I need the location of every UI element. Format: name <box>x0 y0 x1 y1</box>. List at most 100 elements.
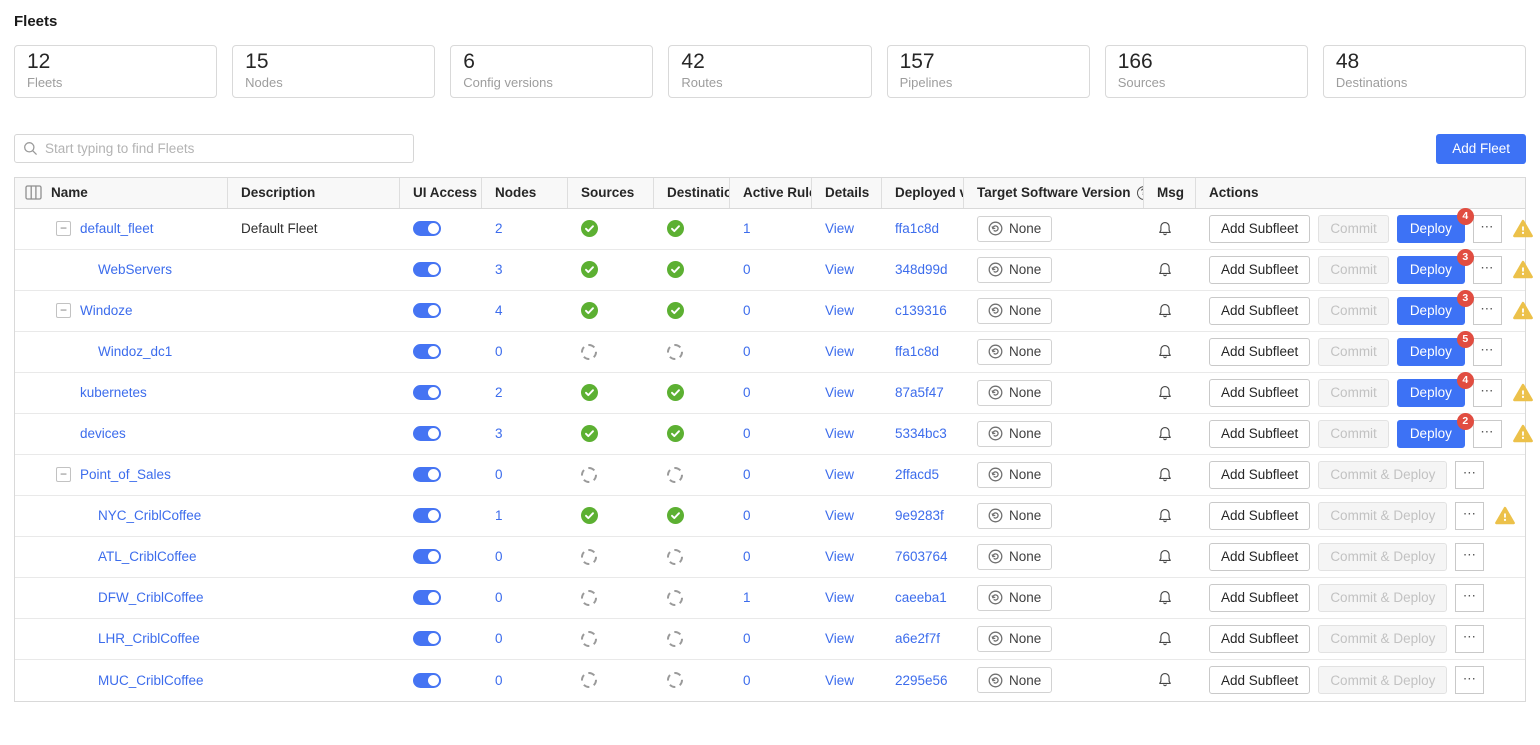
fleet-name-link[interactable]: Windoz_dc1 <box>98 344 172 359</box>
add-subfleet-button[interactable]: Add Subfleet <box>1209 420 1310 448</box>
warning-icon[interactable] <box>1513 424 1533 443</box>
target-version-button[interactable]: None <box>977 667 1052 693</box>
add-subfleet-button[interactable]: Add Subfleet <box>1209 379 1310 407</box>
notification-bell-icon[interactable] <box>1157 262 1173 278</box>
fleet-name-link[interactable]: NYC_CriblCoffee <box>98 508 201 523</box>
add-subfleet-button[interactable]: Add Subfleet <box>1209 543 1310 571</box>
column-header-description[interactable]: Description <box>227 178 399 208</box>
details-view-link[interactable]: View <box>825 385 854 400</box>
commit-deploy-button[interactable]: Commit & Deploy <box>1318 666 1447 694</box>
deployed-version-link[interactable]: 87a5f47 <box>895 385 944 400</box>
ui-access-toggle[interactable] <box>413 631 441 646</box>
commit-button[interactable]: Commit <box>1318 297 1389 325</box>
commit-deploy-button[interactable]: Commit & Deploy <box>1318 461 1447 489</box>
add-subfleet-button[interactable]: Add Subfleet <box>1209 256 1310 284</box>
details-view-link[interactable]: View <box>825 590 854 605</box>
details-view-link[interactable]: View <box>825 673 854 688</box>
column-label[interactable]: Name <box>51 185 88 200</box>
ui-access-toggle[interactable] <box>413 590 441 605</box>
nodes-count-link[interactable]: 2 <box>495 221 503 236</box>
target-version-button[interactable]: None <box>977 421 1052 447</box>
fleet-name-link[interactable]: Windoze <box>80 303 133 318</box>
warning-icon[interactable] <box>1513 260 1533 279</box>
deployed-version-link[interactable]: 348d99d <box>895 262 948 277</box>
nodes-count-link[interactable]: 0 <box>495 631 503 646</box>
nodes-count-link[interactable]: 3 <box>495 426 503 441</box>
more-actions-button[interactable] <box>1473 379 1502 407</box>
collapse-toggle[interactable] <box>56 467 71 482</box>
collapse-toggle[interactable] <box>56 221 71 236</box>
notification-bell-icon[interactable] <box>1157 631 1173 647</box>
active-rules-link[interactable]: 0 <box>743 549 751 564</box>
more-actions-button[interactable] <box>1455 666 1484 694</box>
target-version-button[interactable]: None <box>977 380 1052 406</box>
target-version-button[interactable]: None <box>977 216 1052 242</box>
details-view-link[interactable]: View <box>825 508 854 523</box>
notification-bell-icon[interactable] <box>1157 385 1173 401</box>
deploy-button-inner[interactable]: Deploy <box>1397 297 1465 325</box>
nodes-count-link[interactable]: 4 <box>495 303 503 318</box>
deploy-button-inner[interactable]: Deploy <box>1397 379 1465 407</box>
active-rules-link[interactable]: 0 <box>743 426 751 441</box>
target-version-button[interactable]: None <box>977 544 1052 570</box>
commit-button[interactable]: Commit <box>1318 420 1389 448</box>
more-actions-button[interactable] <box>1455 584 1484 612</box>
warning-icon[interactable] <box>1495 506 1515 525</box>
column-settings-icon[interactable] <box>25 185 42 200</box>
deployed-version-link[interactable]: a6e2f7f <box>895 631 940 646</box>
column-header-active-rules[interactable]: Active Rules <box>729 178 811 208</box>
more-actions-button[interactable] <box>1473 420 1502 448</box>
target-version-button[interactable]: None <box>977 257 1052 283</box>
ui-access-toggle[interactable] <box>413 262 441 277</box>
target-version-button[interactable]: None <box>977 503 1052 529</box>
active-rules-link[interactable]: 1 <box>743 221 751 236</box>
nodes-count-link[interactable]: 0 <box>495 673 503 688</box>
notification-bell-icon[interactable] <box>1157 508 1173 524</box>
notification-bell-icon[interactable] <box>1157 549 1173 565</box>
active-rules-link[interactable]: 0 <box>743 631 751 646</box>
commit-button[interactable]: Commit <box>1318 256 1389 284</box>
add-subfleet-button[interactable]: Add Subfleet <box>1209 666 1310 694</box>
deployed-version-link[interactable]: 2295e56 <box>895 673 948 688</box>
details-view-link[interactable]: View <box>825 262 854 277</box>
commit-deploy-button[interactable]: Commit & Deploy <box>1318 625 1447 653</box>
fleet-name-link[interactable]: Point_of_Sales <box>80 467 171 482</box>
details-view-link[interactable]: View <box>825 344 854 359</box>
deployed-version-link[interactable]: caeeba1 <box>895 590 947 605</box>
fleet-name-link[interactable]: LHR_CriblCoffee <box>98 631 200 646</box>
notification-bell-icon[interactable] <box>1157 426 1173 442</box>
more-actions-button[interactable] <box>1473 338 1502 366</box>
warning-icon[interactable] <box>1513 301 1533 320</box>
active-rules-link[interactable]: 0 <box>743 303 751 318</box>
more-actions-button[interactable] <box>1455 543 1484 571</box>
more-actions-button[interactable] <box>1455 625 1484 653</box>
warning-icon[interactable] <box>1513 219 1533 238</box>
nodes-count-link[interactable]: 1 <box>495 508 503 523</box>
commit-button[interactable]: Commit <box>1318 338 1389 366</box>
fleet-name-link[interactable]: MUC_CriblCoffee <box>98 673 204 688</box>
column-header-target-software-version[interactable]: Target Software Version <box>963 178 1143 208</box>
add-subfleet-button[interactable]: Add Subfleet <box>1209 584 1310 612</box>
add-subfleet-button[interactable]: Add Subfleet <box>1209 502 1310 530</box>
commit-deploy-button[interactable]: Commit & Deploy <box>1318 584 1447 612</box>
more-actions-button[interactable] <box>1473 297 1502 325</box>
add-fleet-button[interactable]: Add Fleet <box>1436 134 1526 164</box>
ui-access-toggle[interactable] <box>413 467 441 482</box>
deploy-button-inner[interactable]: Deploy <box>1397 215 1465 243</box>
column-header-details[interactable]: Details <box>811 178 881 208</box>
column-header-ui-access[interactable]: UI Access <box>399 178 481 208</box>
ui-access-toggle[interactable] <box>413 344 441 359</box>
active-rules-link[interactable]: 0 <box>743 467 751 482</box>
column-header-destinations[interactable]: Destinations <box>653 178 729 208</box>
more-actions-button[interactable] <box>1473 215 1502 243</box>
commit-button[interactable]: Commit <box>1318 379 1389 407</box>
column-header-msg[interactable]: Msg <box>1143 178 1195 208</box>
nodes-count-link[interactable]: 0 <box>495 467 503 482</box>
target-version-button[interactable]: None <box>977 339 1052 365</box>
target-version-button[interactable]: None <box>977 626 1052 652</box>
fleet-name-link[interactable]: default_fleet <box>80 221 154 236</box>
deployed-version-link[interactable]: ffa1c8d <box>895 221 939 236</box>
target-version-button[interactable]: None <box>977 585 1052 611</box>
column-header-deployed-version[interactable]: Deployed version <box>881 178 963 208</box>
ui-access-toggle[interactable] <box>413 508 441 523</box>
